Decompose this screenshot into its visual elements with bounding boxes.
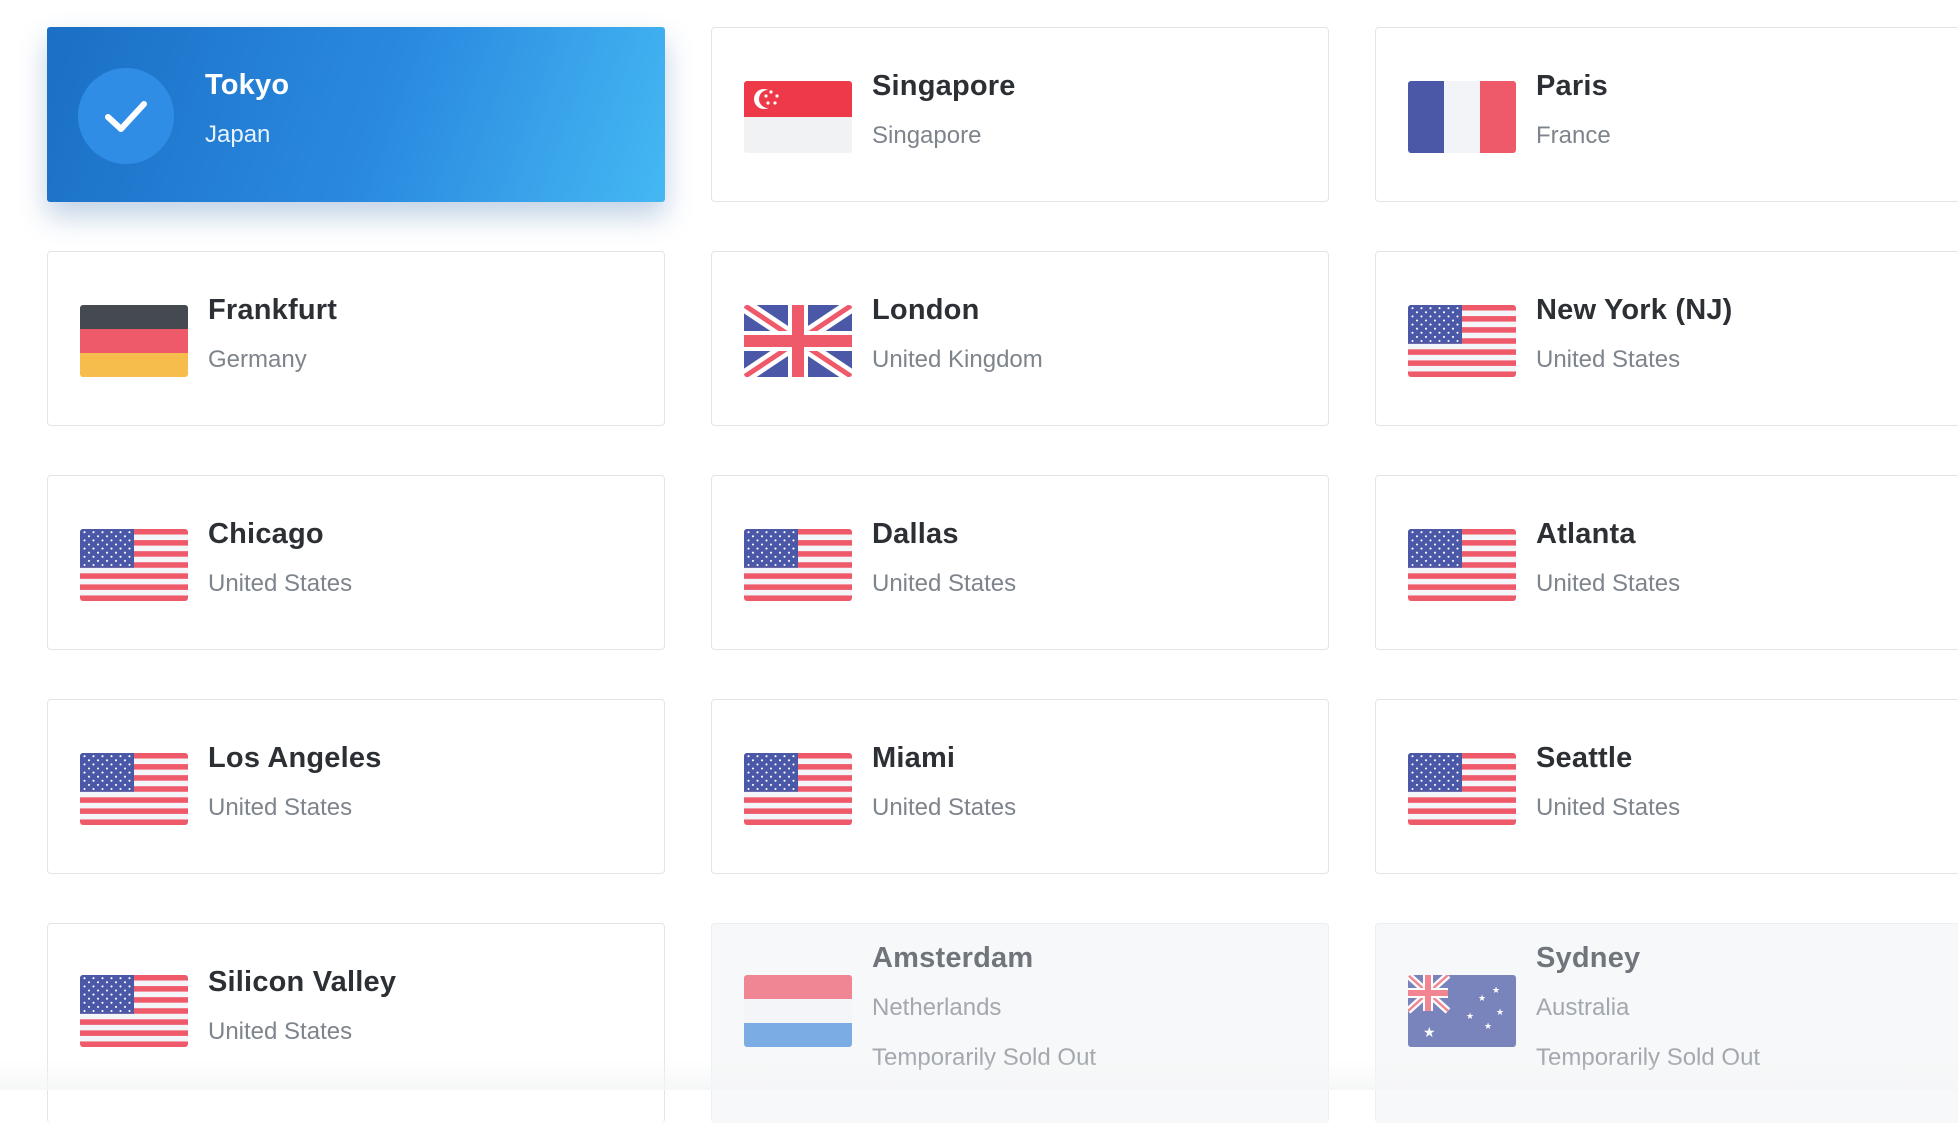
us-flag-icon	[1408, 753, 1516, 825]
city-name: Singapore	[872, 70, 1016, 102]
city-name: Seattle	[1536, 742, 1633, 774]
svg-text:★: ★	[1492, 986, 1500, 996]
svg-text:★: ★	[1478, 994, 1486, 1004]
svg-text:★: ★	[1423, 1025, 1436, 1041]
country-name: Netherlands	[872, 994, 1002, 1021]
city-name: New York (NJ)	[1536, 294, 1733, 326]
location-card-paris[interactable]: Paris France	[1375, 27, 1958, 202]
us-flag-icon	[80, 529, 188, 601]
sold-out-label: Temporarily Sold Out	[872, 1044, 1097, 1071]
city-name: Sydney	[1536, 942, 1641, 974]
location-card-silicon-valley[interactable]: Silicon Valley United States	[47, 923, 665, 1123]
netherlands-flag-icon	[744, 975, 852, 1047]
city-name: Silicon Valley	[208, 966, 397, 998]
country-name: United Kingdom	[872, 346, 1043, 373]
country-name: France	[1536, 122, 1611, 149]
location-card-frankfurt[interactable]: Frankfurt Germany	[47, 251, 665, 426]
singapore-flag-icon	[744, 81, 852, 153]
svg-text:★: ★	[1484, 1022, 1492, 1032]
city-name: Miami	[872, 742, 956, 774]
location-card-miami[interactable]: Miami United States	[711, 699, 1329, 874]
city-name: London	[872, 294, 980, 326]
city-name: Dallas	[872, 518, 959, 550]
uk-flag-icon	[744, 305, 852, 377]
location-card-chicago[interactable]: Chicago United States	[47, 475, 665, 650]
country-name: Singapore	[872, 122, 982, 149]
country-name: United States	[872, 570, 1017, 597]
location-card-amsterdam: Amsterdam Netherlands Temporarily Sold O…	[711, 923, 1329, 1123]
check-icon	[78, 68, 174, 164]
location-card-singapore[interactable]: Singapore Singapore	[711, 27, 1329, 202]
us-flag-icon	[1408, 529, 1516, 601]
city-name: Los Angeles	[208, 742, 382, 774]
city-name: Chicago	[208, 518, 324, 550]
location-card-atlanta[interactable]: Atlanta United States	[1375, 475, 1958, 650]
city-name: Atlanta	[1536, 518, 1636, 550]
location-card-los-angeles[interactable]: Los Angeles United States	[47, 699, 665, 874]
svg-text:★: ★	[1466, 1012, 1474, 1022]
location-card-dallas[interactable]: Dallas United States	[711, 475, 1329, 650]
country-name: United States	[1536, 794, 1681, 821]
us-flag-icon	[744, 529, 852, 601]
location-card-new-york[interactable]: New York (NJ) United States	[1375, 251, 1958, 426]
location-card-tokyo[interactable]: Tokyo Japan	[47, 27, 665, 202]
location-card-seattle[interactable]: Seattle United States	[1375, 699, 1958, 874]
france-flag-icon	[1408, 81, 1516, 153]
city-name: Paris	[1536, 70, 1608, 102]
location-grid: Tokyo Japan Singapore Singapore Paris Fr…	[0, 0, 1958, 1123]
germany-flag-icon	[80, 305, 188, 377]
country-name: United States	[208, 1018, 353, 1045]
australia-flag-icon: ★ ★ ★ ★ ★ ★	[1408, 975, 1516, 1047]
svg-text:★: ★	[1496, 1008, 1504, 1018]
city-name: Frankfurt	[208, 294, 338, 326]
country-name: United States	[208, 794, 353, 821]
location-card-london[interactable]: London United Kingdom	[711, 251, 1329, 426]
us-flag-icon	[80, 975, 188, 1047]
country-name: United States	[1536, 346, 1681, 373]
country-name: United States	[1536, 570, 1681, 597]
sold-out-label: Temporarily Sold Out	[1536, 1044, 1761, 1071]
country-name: Australia	[1536, 994, 1630, 1021]
country-name: United States	[872, 794, 1017, 821]
country-name: United States	[208, 570, 353, 597]
us-flag-icon	[744, 753, 852, 825]
city-name: Tokyo	[205, 69, 290, 101]
country-name: Germany	[208, 346, 307, 373]
location-card-sydney: ★ ★ ★ ★ ★ ★ Sydney Australia Temporarily…	[1375, 923, 1958, 1123]
city-name: Amsterdam	[872, 942, 1034, 974]
us-flag-icon	[80, 753, 188, 825]
us-flag-icon	[1408, 305, 1516, 377]
country-name: Japan	[205, 121, 271, 148]
